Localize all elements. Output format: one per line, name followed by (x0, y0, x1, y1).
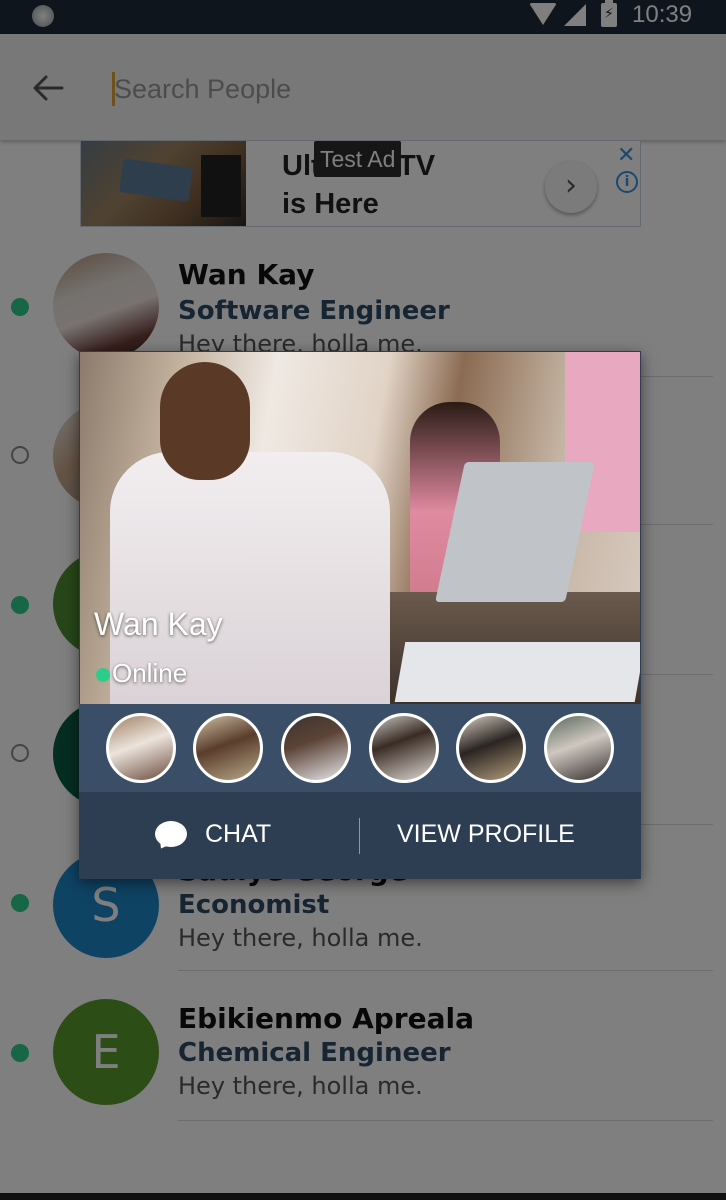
action-divider (359, 818, 360, 854)
profile-popup: Wan Kay Online CHAT VIEW PROFILE (79, 351, 641, 879)
online-indicator (96, 668, 110, 682)
view-profile-button[interactable]: VIEW PROFILE (379, 792, 619, 879)
photo-thumbnail[interactable] (193, 713, 263, 783)
chat-label: CHAT (205, 820, 272, 848)
chat-button[interactable]: CHAT (147, 792, 357, 879)
photo-thumbnail[interactable] (456, 713, 526, 783)
photo-thumbnail[interactable] (281, 713, 351, 783)
navigation-bar (0, 1193, 726, 1200)
chat-bubble-icon (155, 821, 187, 847)
photo-thumbnail-strip (79, 704, 641, 792)
popup-actions: CHAT VIEW PROFILE (79, 792, 641, 879)
photo-thumbnail[interactable] (106, 713, 176, 783)
photo-thumbnail[interactable] (369, 713, 439, 783)
popup-name: Wan Kay (94, 606, 223, 642)
popup-status: Online (112, 658, 188, 688)
view-profile-label: VIEW PROFILE (397, 820, 575, 848)
photo-thumbnail[interactable] (544, 713, 614, 783)
profile-photo[interactable]: Wan Kay Online (80, 352, 640, 704)
